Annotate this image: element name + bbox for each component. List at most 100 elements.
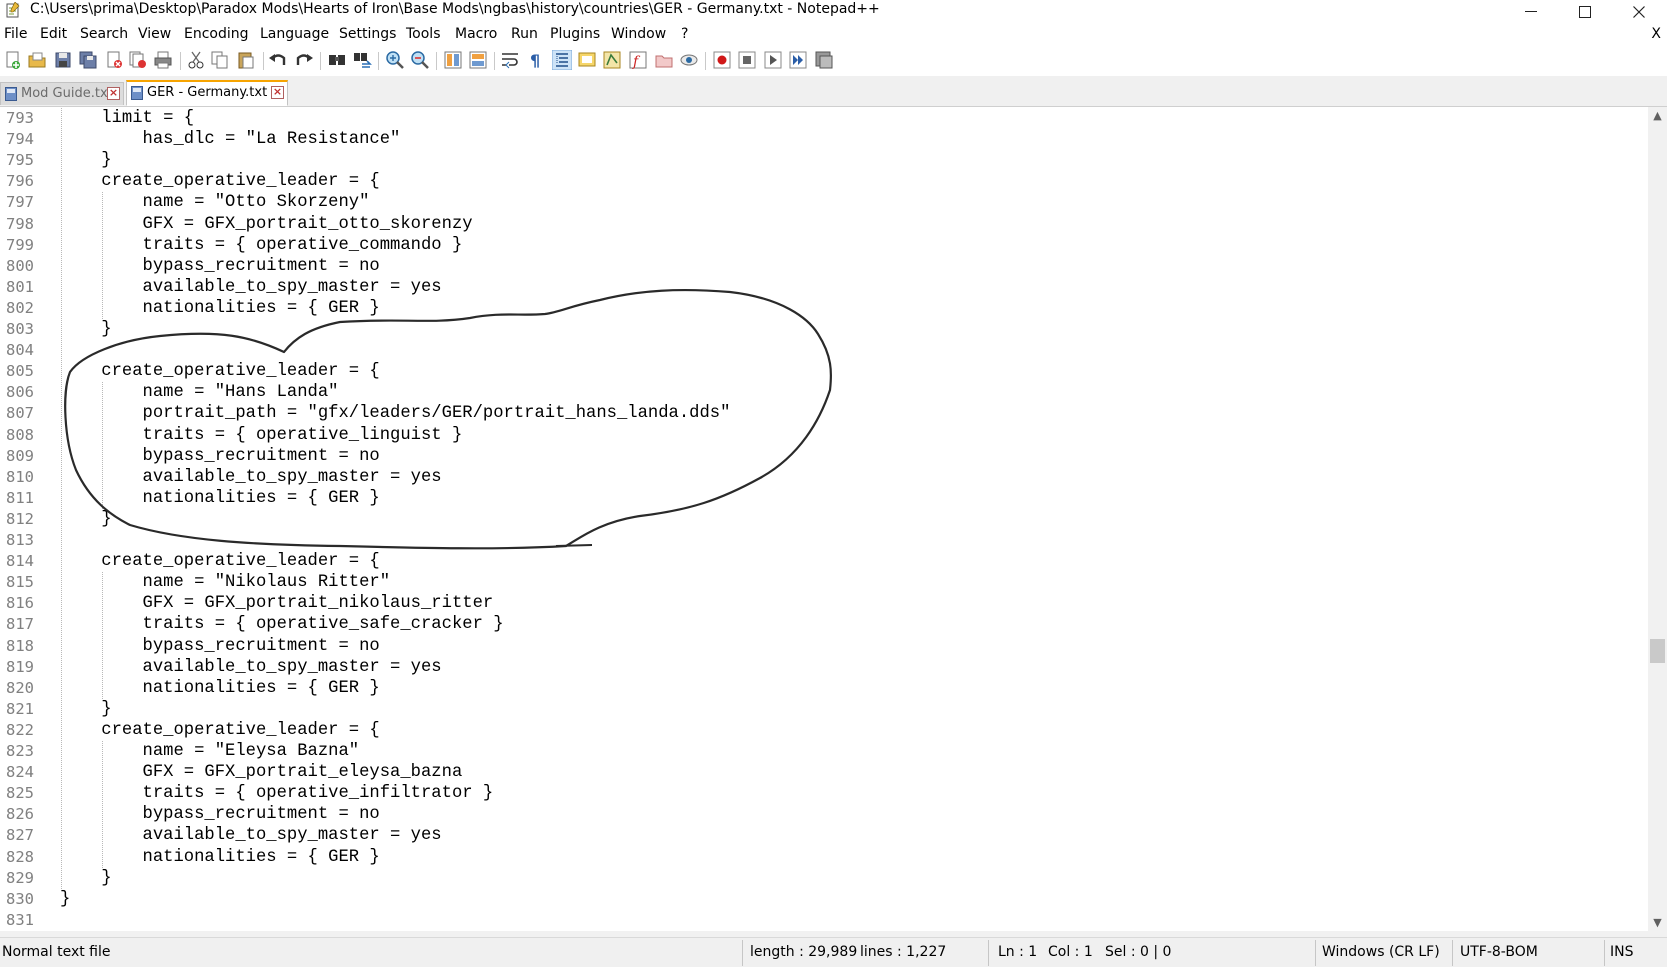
save-icon[interactable] bbox=[53, 50, 73, 70]
code-text[interactable]: GFX = GFX_portrait_nikolaus_ritter bbox=[60, 593, 494, 614]
word-wrap-icon[interactable] bbox=[500, 50, 520, 70]
status-insert-mode[interactable]: INS bbox=[1610, 938, 1634, 968]
code-line[interactable]: 800 bypass_recruitment = no bbox=[0, 256, 1640, 277]
play-macro-icon[interactable] bbox=[763, 50, 783, 70]
cut-icon[interactable] bbox=[186, 50, 206, 70]
code-line[interactable]: 797 name = "Otto Skorzeny" bbox=[0, 192, 1640, 213]
code-text[interactable]: name = "Eleysa Bazna" bbox=[60, 741, 360, 762]
code-text[interactable]: create_operative_leader = { bbox=[60, 720, 380, 741]
code-text[interactable]: bypass_recruitment = no bbox=[60, 256, 380, 277]
code-line[interactable]: 816 GFX = GFX_portrait_nikolaus_ritter bbox=[0, 593, 1640, 614]
show-all-chars-icon[interactable]: ¶ bbox=[526, 50, 546, 70]
save-macro-icon[interactable] bbox=[814, 50, 834, 70]
code-line[interactable]: 810 available_to_spy_master = yes bbox=[0, 467, 1640, 488]
close-document-button[interactable]: X bbox=[1651, 26, 1661, 42]
code-line[interactable]: 807 portrait_path = "gfx/leaders/GER/por… bbox=[0, 403, 1640, 424]
code-line[interactable]: 819 available_to_spy_master = yes bbox=[0, 657, 1640, 678]
code-text[interactable]: limit = { bbox=[60, 108, 194, 129]
code-text[interactable]: traits = { operative_linguist } bbox=[60, 425, 463, 446]
code-line[interactable]: 793 limit = { bbox=[0, 108, 1640, 129]
code-line[interactable]: 796 create_operative_leader = { bbox=[0, 171, 1640, 192]
code-line[interactable]: 808 traits = { operative_linguist } bbox=[0, 425, 1640, 446]
status-eol[interactable]: Windows (CR LF) bbox=[1322, 938, 1440, 968]
code-line[interactable]: 824 GFX = GFX_portrait_eleysa_bazna bbox=[0, 762, 1640, 783]
code-text[interactable]: bypass_recruitment = no bbox=[60, 804, 380, 825]
code-line[interactable]: 817 traits = { operative_safe_cracker } bbox=[0, 614, 1640, 635]
code-line[interactable]: 815 name = "Nikolaus Ritter" bbox=[0, 572, 1640, 593]
zoom-in-icon[interactable] bbox=[385, 50, 405, 70]
menu-language[interactable]: Language bbox=[260, 26, 329, 42]
code-text[interactable]: portrait_path = "gfx/leaders/GER/portrai… bbox=[60, 403, 731, 424]
menu-tools[interactable]: Tools bbox=[406, 26, 441, 42]
monitoring-icon[interactable] bbox=[679, 50, 699, 70]
code-line[interactable]: 804 bbox=[0, 340, 1640, 361]
print-icon[interactable] bbox=[153, 50, 173, 70]
code-text[interactable]: nationalities = { GER } bbox=[60, 298, 380, 319]
code-line[interactable]: 822 create_operative_leader = { bbox=[0, 720, 1640, 741]
folder-workspace-icon[interactable] bbox=[654, 50, 674, 70]
window-close-button[interactable] bbox=[1616, 0, 1662, 24]
maximize-button[interactable] bbox=[1562, 0, 1608, 24]
code-text[interactable]: available_to_spy_master = yes bbox=[60, 467, 442, 488]
code-line[interactable]: 820 nationalities = { GER } bbox=[0, 678, 1640, 699]
code-text[interactable]: create_operative_leader = { bbox=[60, 171, 380, 192]
replace-icon[interactable] bbox=[352, 50, 372, 70]
code-text[interactable]: } bbox=[60, 509, 111, 530]
code-line[interactable]: 825 traits = { operative_infiltrator } bbox=[0, 783, 1640, 804]
code-line[interactable]: 826 bypass_recruitment = no bbox=[0, 804, 1640, 825]
minimize-button[interactable] bbox=[1508, 0, 1554, 24]
function-list-icon[interactable]: f bbox=[628, 50, 648, 70]
code-text[interactable]: name = "Otto Skorzeny" bbox=[60, 192, 370, 213]
code-line[interactable]: 831 bbox=[0, 910, 1640, 931]
code-line[interactable]: 818 bypass_recruitment = no bbox=[0, 636, 1640, 657]
status-encoding[interactable]: UTF-8-BOM bbox=[1460, 938, 1538, 968]
code-line[interactable]: 809 bypass_recruitment = no bbox=[0, 446, 1640, 467]
user-language-icon[interactable] bbox=[577, 50, 597, 70]
code-line[interactable]: 794 has_dlc = "La Resistance" bbox=[0, 129, 1640, 150]
menu-search[interactable]: Search bbox=[80, 26, 128, 42]
code-text[interactable]: traits = { operative_infiltrator } bbox=[60, 783, 494, 804]
code-text[interactable]: available_to_spy_master = yes bbox=[60, 825, 442, 846]
menu-macro[interactable]: Macro bbox=[455, 26, 497, 42]
code-line[interactable]: 803 } bbox=[0, 319, 1640, 340]
code-text[interactable]: available_to_spy_master = yes bbox=[60, 657, 442, 678]
code-line[interactable]: 813 bbox=[0, 530, 1640, 551]
code-line[interactable]: 827 available_to_spy_master = yes bbox=[0, 825, 1640, 846]
code-line[interactable]: 823 name = "Eleysa Bazna" bbox=[0, 741, 1640, 762]
save-all-icon[interactable] bbox=[78, 50, 98, 70]
menu-view[interactable]: View bbox=[138, 26, 171, 42]
code-line[interactable]: 798 GFX = GFX_portrait_otto_skorenzy bbox=[0, 214, 1640, 235]
undo-icon[interactable] bbox=[268, 50, 288, 70]
tab-mod-guide[interactable]: Mod Guide.txt × bbox=[0, 82, 124, 105]
code-line[interactable]: 802 nationalities = { GER } bbox=[0, 298, 1640, 319]
code-text[interactable]: create_operative_leader = { bbox=[60, 551, 380, 572]
code-line[interactable]: 799 traits = { operative_commando } bbox=[0, 235, 1640, 256]
code-line[interactable]: 814 create_operative_leader = { bbox=[0, 551, 1640, 572]
code-line[interactable]: 830} bbox=[0, 889, 1640, 910]
code-line[interactable]: 805 create_operative_leader = { bbox=[0, 361, 1640, 382]
menu-settings[interactable]: Settings bbox=[339, 26, 396, 42]
paste-icon[interactable] bbox=[236, 50, 256, 70]
menu-help[interactable]: ? bbox=[681, 26, 688, 42]
copy-icon[interactable] bbox=[210, 50, 230, 70]
record-macro-icon[interactable] bbox=[712, 50, 732, 70]
new-file-icon[interactable] bbox=[3, 50, 23, 70]
menu-window[interactable]: Window bbox=[611, 26, 666, 42]
indent-guide-icon[interactable] bbox=[552, 50, 572, 70]
vertical-scrollbar[interactable]: ▲ ▼ bbox=[1648, 107, 1667, 931]
code-line[interactable]: 812 } bbox=[0, 509, 1640, 530]
code-text[interactable]: has_dlc = "La Resistance" bbox=[60, 129, 401, 150]
find-icon[interactable] bbox=[327, 50, 347, 70]
code-text[interactable]: create_operative_leader = { bbox=[60, 361, 380, 382]
code-text[interactable]: traits = { operative_commando } bbox=[60, 235, 463, 256]
code-line[interactable]: 829 } bbox=[0, 868, 1640, 889]
code-text[interactable]: } bbox=[60, 150, 111, 171]
code-text[interactable]: traits = { operative_safe_cracker } bbox=[60, 614, 504, 635]
code-line[interactable]: 806 name = "Hans Landa" bbox=[0, 382, 1640, 403]
tab-close-icon[interactable]: × bbox=[271, 86, 284, 99]
code-text[interactable]: nationalities = { GER } bbox=[60, 847, 380, 868]
code-text[interactable]: nationalities = { GER } bbox=[60, 488, 380, 509]
menu-file[interactable]: File bbox=[4, 26, 27, 42]
code-text[interactable]: } bbox=[60, 889, 70, 910]
sync-horizontal-icon[interactable] bbox=[468, 50, 488, 70]
